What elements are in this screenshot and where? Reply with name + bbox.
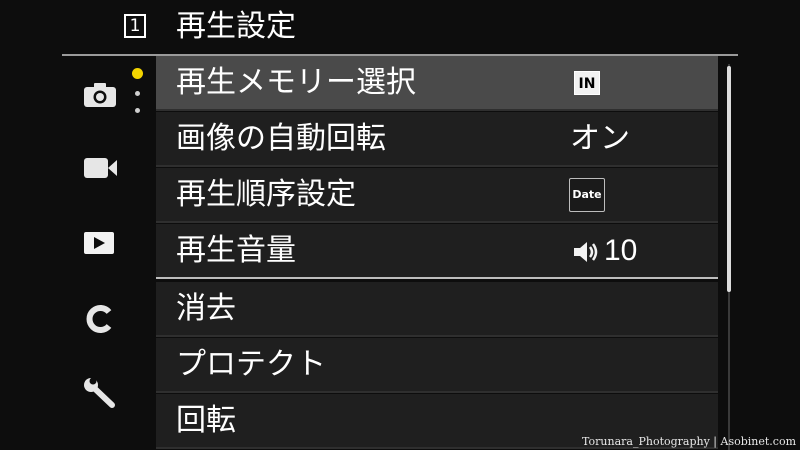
tab-playback[interactable] xyxy=(82,228,118,258)
tab-setup[interactable] xyxy=(82,378,118,408)
watermark: Torunara_Photography | Asobinet.com xyxy=(582,435,796,448)
video-icon xyxy=(84,158,117,178)
page-title: 再生設定 xyxy=(176,9,296,44)
menu-scrollbar[interactable] xyxy=(722,56,734,450)
page-dot xyxy=(135,108,140,113)
volume-number: 10 xyxy=(604,234,638,267)
page-dot xyxy=(135,91,140,96)
menu-item-label: 再生メモリー選択 xyxy=(176,65,416,100)
menu-item-label: 再生音量 xyxy=(176,233,296,268)
page-number-box: 1 xyxy=(124,14,146,38)
menu-item-label: プロテクト xyxy=(176,347,326,382)
menu-item-protect[interactable]: プロテクト xyxy=(156,338,718,393)
page-indicator xyxy=(132,68,144,124)
menu-item-playback-order[interactable]: 再生順序設定 Date xyxy=(156,168,718,223)
menu-item-auto-rotate[interactable]: 画像の自動回転 オン xyxy=(156,112,718,167)
menu-item-label: 消去 xyxy=(176,291,236,326)
scroll-thumb[interactable] xyxy=(727,66,731,292)
speaker-icon xyxy=(574,242,598,262)
menu-item-label: 再生順序設定 xyxy=(176,177,356,212)
menu-item-playback-memory[interactable]: 再生メモリー選択 IN xyxy=(156,56,718,111)
custom-c-icon xyxy=(86,305,112,333)
wrench-icon xyxy=(84,378,115,408)
menu-item-value: オン xyxy=(570,121,630,156)
tab-video[interactable] xyxy=(82,153,118,183)
menu-item-playback-volume[interactable]: 再生音量 10 xyxy=(156,224,718,279)
playback-icon xyxy=(84,232,114,254)
page-dot-active xyxy=(132,68,143,79)
menu-header: 1 再生設定 xyxy=(0,0,800,56)
category-sidebar xyxy=(60,60,156,450)
internal-memory-badge: IN xyxy=(574,71,600,95)
camera-icon xyxy=(84,83,116,107)
settings-menu: 再生メモリー選択 IN 画像の自動回転 オン 再生順序設定 Date 再生音量 … xyxy=(156,56,718,450)
tab-camera[interactable] xyxy=(82,80,118,110)
menu-item-label: 回転 xyxy=(176,403,236,438)
date-order-badge: Date xyxy=(569,178,605,212)
menu-item-delete[interactable]: 消去 xyxy=(156,282,718,337)
tab-custom[interactable] xyxy=(82,304,118,334)
menu-item-label: 画像の自動回転 xyxy=(176,121,386,156)
